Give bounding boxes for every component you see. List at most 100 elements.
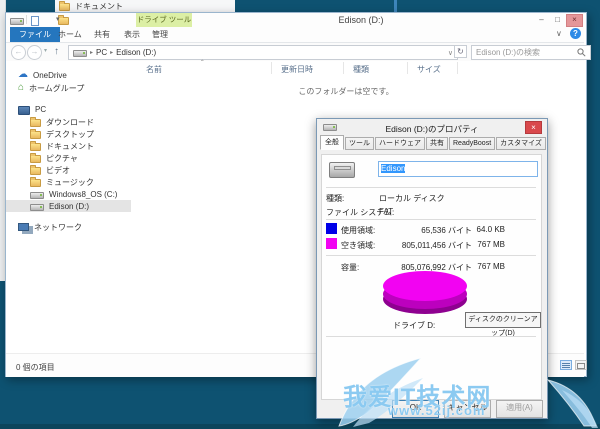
column-header-size[interactable]: サイズ xyxy=(417,64,441,75)
qat-caret-icon[interactable]: ▾ xyxy=(56,15,60,23)
folder-icon xyxy=(30,177,41,187)
help-icon[interactable]: ? xyxy=(570,28,581,39)
navigation-pane: ☁ OneDrive ⌂ ホームグループ PC ダウンロード デスクトップ ドキ… xyxy=(6,61,132,353)
column-header-name[interactable]: 名前 xyxy=(146,64,162,75)
watermark-wing-right-icon xyxy=(546,379,598,428)
column-header-type[interactable]: 種類 xyxy=(353,64,369,75)
volume-drive-icon xyxy=(329,162,355,178)
sidebar-label: OneDrive xyxy=(33,70,67,80)
breadcrumb-item-drive[interactable]: Edison (D:) xyxy=(116,48,156,57)
dialog-tab-readyboost[interactable]: ReadyBoost xyxy=(449,137,496,150)
dialog-tab-customize[interactable]: カスタマイズ xyxy=(496,137,546,150)
tab-view[interactable]: 表示 xyxy=(118,27,146,42)
sidebar-item-music[interactable]: ミュージック xyxy=(6,176,131,188)
volume-name-field[interactable]: Edison xyxy=(378,161,538,177)
thumbnail-view-icon xyxy=(577,363,585,369)
refresh-button[interactable]: ↻ xyxy=(454,45,467,58)
column-separator[interactable] xyxy=(407,62,408,74)
desktop-gap-line xyxy=(394,0,397,12)
minimize-button[interactable]: – xyxy=(534,15,549,26)
disk-cleanup-button[interactable]: ディスクのクリーンアップ(D) xyxy=(465,312,541,337)
sidebar-item-pictures[interactable]: ピクチャ xyxy=(6,152,131,164)
folder-icon xyxy=(30,153,41,163)
column-separator[interactable] xyxy=(457,62,458,74)
filesystem-value: FAT xyxy=(379,207,394,216)
search-icon xyxy=(577,48,586,57)
used-space-bytes: 65,536 バイト xyxy=(421,226,472,235)
dialog-tab-tools[interactable]: ツール xyxy=(345,137,374,150)
ribbon-collapse-icon[interactable]: ∨ xyxy=(556,29,562,38)
thumbnail-view-button[interactable] xyxy=(575,360,587,370)
close-button[interactable]: × xyxy=(566,14,583,27)
back-button[interactable]: ← xyxy=(11,45,26,60)
background-window-doc-tab[interactable]: ドキュメント xyxy=(55,0,235,12)
capacity-size: 767 MB xyxy=(477,262,505,271)
type-value: ローカル ディスク xyxy=(379,194,445,203)
free-space-bytes: 805,011,456 バイト xyxy=(401,241,472,250)
dialog-tab-general[interactable]: 全般 xyxy=(320,135,344,150)
desktop: ドキュメント ▾ Edison (D:) – □ × ドライブ ツール ファイル… xyxy=(0,0,600,429)
dialog-tab-sharing[interactable]: 共有 xyxy=(426,137,448,150)
forward-button[interactable]: → xyxy=(27,45,42,60)
used-space-label: 使用領域: xyxy=(341,226,376,235)
network-icon xyxy=(18,223,29,231)
dialog-close-button[interactable]: × xyxy=(525,121,542,134)
breadcrumb[interactable]: ▸ PC ▸ Edison (D:) ∨ xyxy=(68,45,458,60)
tab-manage[interactable]: 管理 xyxy=(146,27,174,42)
folder-icon xyxy=(30,129,41,139)
apply-button[interactable]: 適用(A) xyxy=(496,400,543,418)
sidebar-item-c-drive[interactable]: Windows8_OS (C:) xyxy=(6,188,131,200)
breadcrumb-chevron-icon: ▸ xyxy=(110,50,114,56)
sidebar-label: ドキュメント xyxy=(46,141,94,151)
sidebar-item-desktop[interactable]: デスクトップ xyxy=(6,128,131,140)
cancel-button[interactable]: キャンセル xyxy=(444,400,491,418)
divider xyxy=(326,255,536,256)
qat-properties-icon[interactable] xyxy=(31,16,39,26)
used-space-swatch xyxy=(326,223,337,234)
ribbon-tabs: ファイル ホーム 共有 表示 管理 ∨ ? xyxy=(6,27,584,43)
sidebar-item-documents[interactable]: ドキュメント xyxy=(6,140,131,152)
up-button[interactable]: ↑ xyxy=(54,46,59,57)
background-doc-tab-label: ドキュメント xyxy=(75,1,123,11)
homegroup-icon: ⌂ xyxy=(18,82,25,93)
computer-icon xyxy=(18,105,30,115)
tab-home[interactable]: ホーム xyxy=(52,27,88,42)
ok-button[interactable]: OK xyxy=(392,400,439,418)
dialog-titlebar: Edison (D:)のプロパティ × xyxy=(317,119,545,136)
used-space-size: 64.0 KB xyxy=(476,225,505,234)
divider xyxy=(326,187,536,188)
dialog-tab-strip: 全般 ツール ハードウェア 共有 ReadyBoost カスタマイズ xyxy=(320,135,546,155)
sidebar-label: ホームグループ xyxy=(29,83,85,93)
folder-icon xyxy=(30,117,41,127)
folder-icon xyxy=(30,141,41,151)
sidebar-item-downloads[interactable]: ダウンロード xyxy=(6,116,131,128)
breadcrumb-chevron-icon: ▸ xyxy=(90,50,94,56)
recent-caret-icon[interactable]: ▾ xyxy=(44,47,47,54)
properties-dialog: Edison (D:)のプロパティ × 全般 ツール ハードウェア 共有 ReadyBo… xyxy=(316,118,548,419)
general-tab-page: Edison 種類: ローカル ディスク ファイル システム: FAT 使用領域… xyxy=(321,154,542,400)
drive-icon xyxy=(30,191,44,199)
drive-slot xyxy=(334,166,351,170)
breadcrumb-drive-icon xyxy=(73,50,87,57)
maximize-button[interactable]: □ xyxy=(550,15,565,26)
search-box[interactable]: Edison (D:)の検索 xyxy=(471,45,591,60)
sidebar-item-videos[interactable]: ビデオ xyxy=(6,164,131,176)
sidebar-item-d-drive[interactable]: Edison (D:) xyxy=(6,200,131,212)
breadcrumb-item-pc[interactable]: PC xyxy=(96,48,107,57)
tab-share[interactable]: 共有 xyxy=(88,27,116,42)
column-header-row: ˆ 名前 更新日時 種類 サイズ xyxy=(131,59,584,75)
divider xyxy=(326,336,536,337)
sidebar-item-pc[interactable]: PC xyxy=(6,103,131,115)
address-dropdown-icon[interactable]: ∨ xyxy=(448,49,453,57)
sidebar-item-homegroup[interactable]: ⌂ ホームグループ xyxy=(6,82,131,94)
type-label: 種類: xyxy=(326,194,345,203)
sidebar-item-network[interactable]: ネットワーク xyxy=(6,221,131,233)
details-view-button[interactable] xyxy=(560,360,572,370)
dialog-tab-hardware[interactable]: ハードウェア xyxy=(375,137,425,150)
sidebar-item-onedrive[interactable]: ☁ OneDrive xyxy=(6,69,131,81)
column-header-date[interactable]: 更新日時 xyxy=(281,64,313,75)
divider xyxy=(326,219,536,220)
column-separator[interactable] xyxy=(271,62,272,74)
sidebar-label: デスクトップ xyxy=(46,129,94,139)
column-separator[interactable] xyxy=(343,62,344,74)
